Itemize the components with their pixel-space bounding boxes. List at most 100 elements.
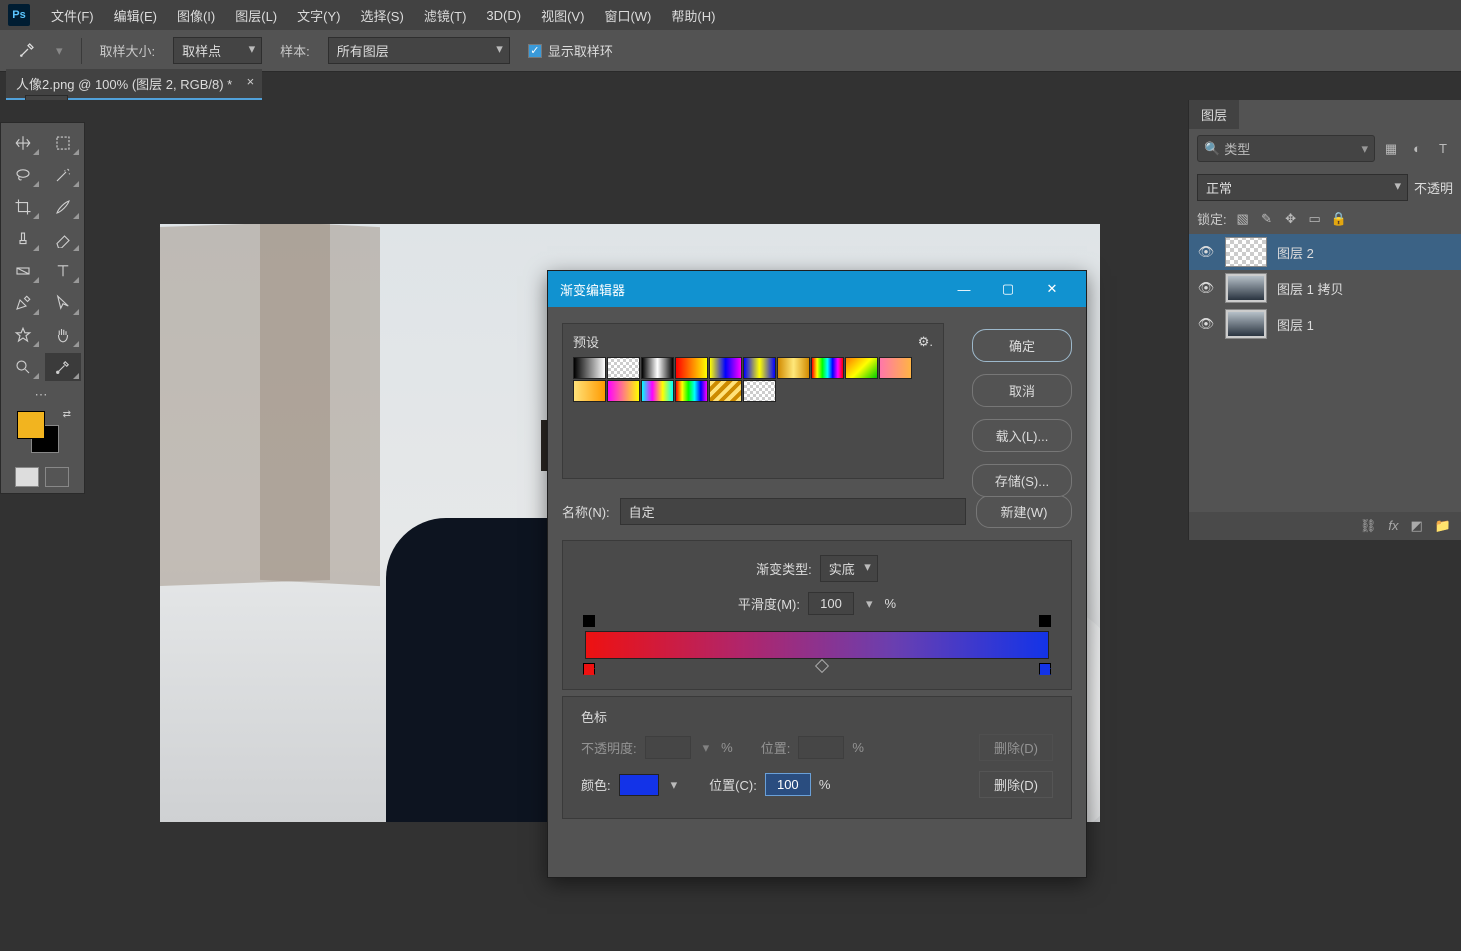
- sample-size-select[interactable]: 取样点: [173, 37, 262, 64]
- menu-image[interactable]: 图像(I): [168, 2, 224, 29]
- color-swatches[interactable]: ⇄: [17, 411, 67, 461]
- stop-color-dropdown-icon[interactable]: ▾: [667, 777, 682, 793]
- layer-thumb[interactable]: [1225, 309, 1267, 339]
- preset-swatch[interactable]: [743, 380, 776, 402]
- preset-swatch[interactable]: [607, 357, 640, 379]
- quickmask-mode-button[interactable]: [45, 467, 69, 487]
- preset-swatch[interactable]: [573, 357, 606, 379]
- stop-color-chip[interactable]: [619, 774, 659, 796]
- presets-gear-icon[interactable]: ⚙.: [918, 334, 933, 350]
- toolbox-more-icon[interactable]: ⋯: [5, 387, 80, 403]
- eraser-tool[interactable]: [45, 225, 81, 253]
- preset-swatch[interactable]: [709, 357, 742, 379]
- type-tool[interactable]: [45, 257, 81, 285]
- visibility-icon[interactable]: 👁: [1197, 280, 1215, 296]
- standard-mode-button[interactable]: [15, 467, 39, 487]
- path-select-tool[interactable]: [45, 289, 81, 317]
- menu-select[interactable]: 选择(S): [351, 2, 412, 29]
- close-icon[interactable]: ×: [247, 74, 255, 89]
- menu-3d[interactable]: 3D(D): [477, 4, 530, 27]
- preset-swatch[interactable]: [573, 380, 606, 402]
- midpoint-handle[interactable]: [815, 659, 829, 673]
- opacity-stop-right[interactable]: [1039, 615, 1051, 627]
- gradient-tool[interactable]: [5, 257, 41, 285]
- preset-swatch[interactable]: [845, 357, 878, 379]
- pen-tool[interactable]: [5, 289, 41, 317]
- layer-item[interactable]: 👁 图层 1: [1189, 306, 1461, 342]
- preset-swatch[interactable]: [743, 357, 776, 379]
- layer-item[interactable]: 👁 图层 2: [1189, 234, 1461, 270]
- layer-fx-icon[interactable]: fx: [1388, 518, 1398, 534]
- lock-all-icon[interactable]: 🔒: [1331, 211, 1347, 227]
- filter-type-icon[interactable]: T: [1433, 141, 1453, 156]
- preset-swatch[interactable]: [607, 380, 640, 402]
- menu-type[interactable]: 文字(Y): [288, 2, 349, 29]
- move-tool[interactable]: [5, 129, 41, 157]
- menu-layer[interactable]: 图层(L): [226, 2, 286, 29]
- preset-swatch[interactable]: [879, 357, 912, 379]
- preset-swatch[interactable]: [709, 380, 742, 402]
- swap-colors-icon[interactable]: ⇄: [63, 409, 71, 420]
- lasso-tool[interactable]: [5, 161, 41, 189]
- preset-swatch[interactable]: [641, 380, 674, 402]
- menu-help[interactable]: 帮助(H): [662, 2, 724, 29]
- cancel-button[interactable]: 取消: [972, 374, 1072, 407]
- preset-swatch[interactable]: [675, 357, 708, 379]
- lock-pixels-icon[interactable]: ▧: [1235, 211, 1251, 227]
- stamp-tool[interactable]: [5, 225, 41, 253]
- close-icon[interactable]: ✕: [1030, 279, 1074, 299]
- smoothness-input[interactable]: [808, 592, 854, 615]
- marquee-tool[interactable]: [45, 129, 81, 157]
- load-button[interactable]: 载入(L)...: [972, 419, 1072, 452]
- layer-item[interactable]: 👁 图层 1 拷贝: [1189, 270, 1461, 306]
- preset-swatch[interactable]: [641, 357, 674, 379]
- visibility-icon[interactable]: 👁: [1197, 316, 1215, 332]
- menu-filter[interactable]: 滤镜(T): [415, 2, 476, 29]
- lock-move-icon[interactable]: ✥: [1283, 211, 1299, 227]
- add-mask-icon[interactable]: ◩: [1411, 518, 1423, 534]
- brush-tool[interactable]: [45, 193, 81, 221]
- lock-artboard-icon[interactable]: ▭: [1307, 211, 1323, 227]
- layer-filter-select[interactable]: 🔍 类型 ▾: [1197, 135, 1375, 162]
- crop-tool[interactable]: [5, 193, 41, 221]
- foreground-color[interactable]: [17, 411, 45, 439]
- save-button[interactable]: 存储(S)...: [972, 464, 1072, 497]
- eyedropper-tool[interactable]: [45, 353, 81, 381]
- zoom-tool[interactable]: [5, 353, 41, 381]
- menu-window[interactable]: 窗口(W): [595, 2, 660, 29]
- maximize-icon[interactable]: ▢: [986, 279, 1030, 299]
- shape-tool[interactable]: [5, 321, 41, 349]
- opacity-stop-left[interactable]: [583, 615, 595, 627]
- color-stop-right[interactable]: [1039, 663, 1051, 675]
- dialog-titlebar[interactable]: 渐变编辑器 — ▢ ✕: [548, 271, 1086, 307]
- layer-thumb[interactable]: [1225, 273, 1267, 303]
- lock-brush-icon[interactable]: ✎: [1259, 211, 1275, 227]
- color-stop-left[interactable]: [583, 663, 595, 675]
- filter-adjust-icon[interactable]: ◐: [1407, 141, 1427, 156]
- blend-mode-select[interactable]: 正常: [1197, 174, 1408, 201]
- new-group-icon[interactable]: 📁: [1435, 518, 1451, 534]
- new-gradient-button[interactable]: 新建(W): [976, 495, 1072, 528]
- sample-select[interactable]: 所有图层: [328, 37, 510, 64]
- delete-color-stop-button[interactable]: 删除(D): [979, 771, 1053, 798]
- gradient-type-select[interactable]: 实底: [820, 555, 878, 582]
- ok-button[interactable]: 确定: [972, 329, 1072, 362]
- menu-edit[interactable]: 编辑(E): [105, 2, 166, 29]
- preset-swatch[interactable]: [811, 357, 844, 379]
- hand-tool[interactable]: [45, 321, 81, 349]
- filter-image-icon[interactable]: ▦: [1381, 141, 1401, 157]
- link-layers-icon[interactable]: ⛓: [1360, 518, 1377, 534]
- menu-file[interactable]: 文件(F): [42, 2, 103, 29]
- show-ring-checkbox[interactable]: ✓: [528, 44, 542, 58]
- gradient-bar[interactable]: [585, 631, 1049, 659]
- layers-panel-tab[interactable]: 图层: [1189, 100, 1239, 129]
- stop-color-pos-input[interactable]: [765, 773, 811, 796]
- gradient-name-input[interactable]: [620, 498, 966, 525]
- layer-thumb[interactable]: [1225, 237, 1267, 267]
- magic-wand-tool[interactable]: [45, 161, 81, 189]
- smoothness-dropdown-icon[interactable]: ▾: [862, 596, 877, 612]
- visibility-icon[interactable]: 👁: [1197, 244, 1215, 260]
- preset-swatch[interactable]: [777, 357, 810, 379]
- menu-view[interactable]: 视图(V): [532, 2, 593, 29]
- preset-swatch[interactable]: [675, 380, 708, 402]
